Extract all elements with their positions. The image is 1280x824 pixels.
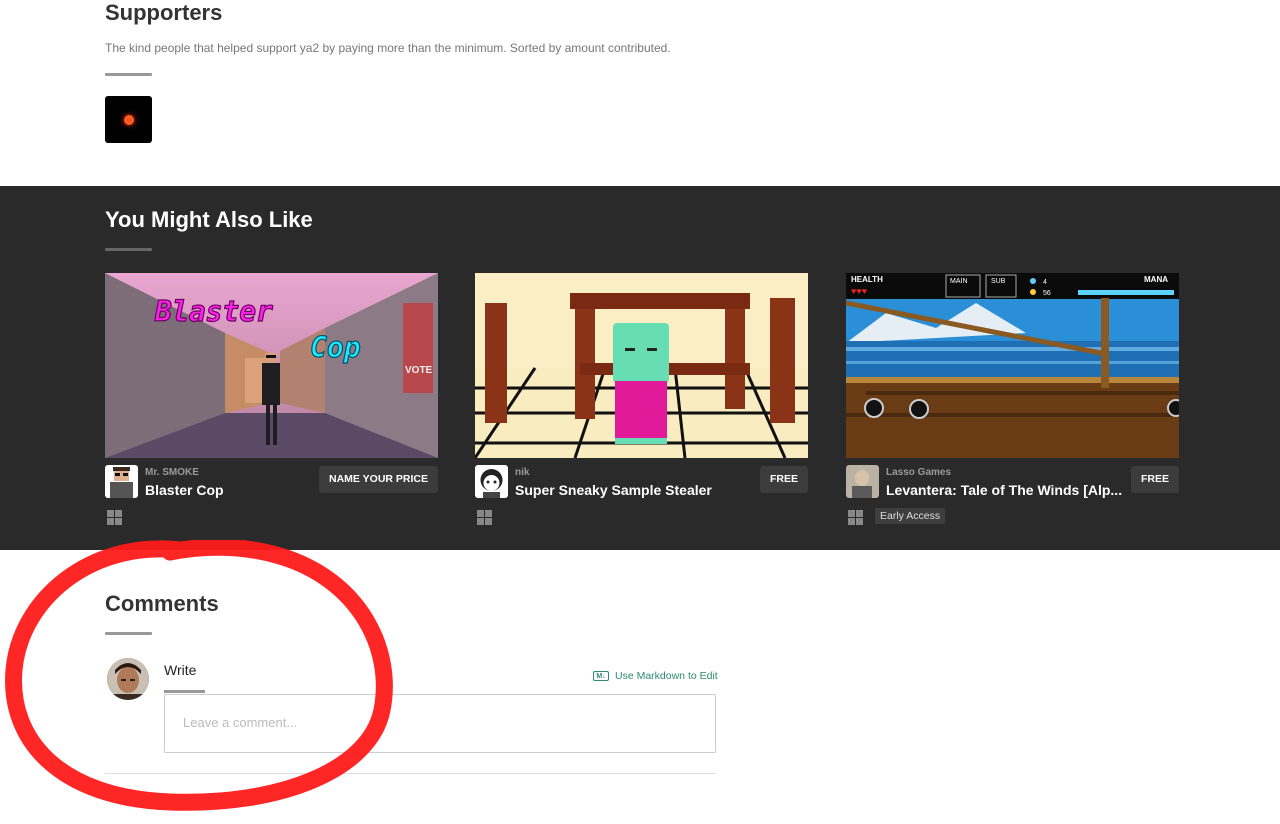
comments-bottom-divider bbox=[105, 773, 716, 774]
early-access-tag: Early Access bbox=[875, 508, 946, 524]
supporters-description: The kind people that helped support ya2 … bbox=[105, 41, 671, 55]
hud-mana-label: MANA bbox=[1144, 275, 1168, 284]
comments-divider bbox=[105, 632, 152, 635]
markdown-icon: M↓ bbox=[593, 671, 609, 681]
hud-gems-count: 4 bbox=[1043, 279, 1047, 286]
price-badge[interactable]: FREE bbox=[1130, 466, 1179, 493]
supporters-heading: Supporters bbox=[105, 0, 223, 25]
game-thumbnail-super-sneaky[interactable] bbox=[475, 273, 808, 458]
game-author[interactable]: nik bbox=[515, 467, 529, 478]
windows-icon bbox=[107, 510, 122, 525]
price-badge[interactable]: FREE bbox=[759, 466, 808, 493]
price-badge[interactable]: NAME YOUR PRICE bbox=[319, 466, 438, 493]
recommendations-divider bbox=[105, 248, 152, 251]
hud-sub-label: SUB bbox=[991, 278, 1006, 285]
game-thumbnail-levantera[interactable]: HEALTH ♥♥♥ MAIN SUB 4 56 MANA bbox=[846, 273, 1179, 458]
red-annotation-circle bbox=[5, 540, 393, 811]
game-author[interactable]: Lasso Games bbox=[886, 467, 951, 478]
user-avatar[interactable] bbox=[107, 658, 149, 700]
comment-input[interactable] bbox=[164, 694, 716, 753]
windows-icon bbox=[848, 510, 863, 525]
windows-icon bbox=[477, 510, 492, 525]
recommendations-heading: You Might Also Like bbox=[105, 207, 313, 232]
blaster-title-art-line2: Cop bbox=[310, 331, 361, 364]
hud-main-label: MAIN bbox=[950, 278, 968, 285]
vote-poster-text: VOTE bbox=[405, 365, 433, 376]
supporter-avatar[interactable] bbox=[105, 96, 152, 143]
game-card-super-sneaky: nik Super Sneaky Sample Stealer FREE bbox=[475, 273, 808, 528]
hud-health-label: HEALTH bbox=[851, 275, 883, 284]
markdown-help-link[interactable]: M↓ Use Markdown to Edit bbox=[593, 670, 718, 682]
author-avatar-nik[interactable] bbox=[475, 465, 508, 498]
write-tab-underline bbox=[164, 690, 205, 693]
game-title[interactable]: Levantera: Tale of The Winds [Alp... bbox=[886, 482, 1122, 498]
game-card-levantera: HEALTH ♥♥♥ MAIN SUB 4 56 MANA Lasso Game… bbox=[846, 273, 1179, 528]
heart-icons: ♥♥♥ bbox=[851, 286, 867, 296]
comments-heading: Comments bbox=[105, 591, 219, 616]
hud-coins-count: 56 bbox=[1043, 290, 1051, 297]
write-tab[interactable]: Write bbox=[164, 662, 196, 678]
game-card-blaster-cop: VOTE Blaster Cop Mr. SMOKE Blaster Cop N… bbox=[105, 273, 438, 528]
game-author[interactable]: Mr. SMOKE bbox=[145, 467, 199, 478]
game-thumbnail-blaster-cop[interactable]: VOTE Blaster Cop bbox=[105, 273, 438, 458]
supporter-avatar-graphic bbox=[123, 114, 134, 125]
markdown-link-text: Use Markdown to Edit bbox=[615, 670, 718, 682]
blaster-title-art-line1: Blaster bbox=[154, 295, 273, 328]
recommendations-section: You Might Also Like VOTE Blaster Cop Mr.… bbox=[0, 186, 1280, 550]
game-title[interactable]: Blaster Cop bbox=[145, 482, 224, 498]
author-avatar-mr-smoke[interactable] bbox=[105, 465, 138, 498]
game-title[interactable]: Super Sneaky Sample Stealer bbox=[515, 482, 712, 498]
supporters-divider bbox=[105, 73, 152, 76]
author-avatar-lasso-games[interactable] bbox=[846, 465, 879, 498]
